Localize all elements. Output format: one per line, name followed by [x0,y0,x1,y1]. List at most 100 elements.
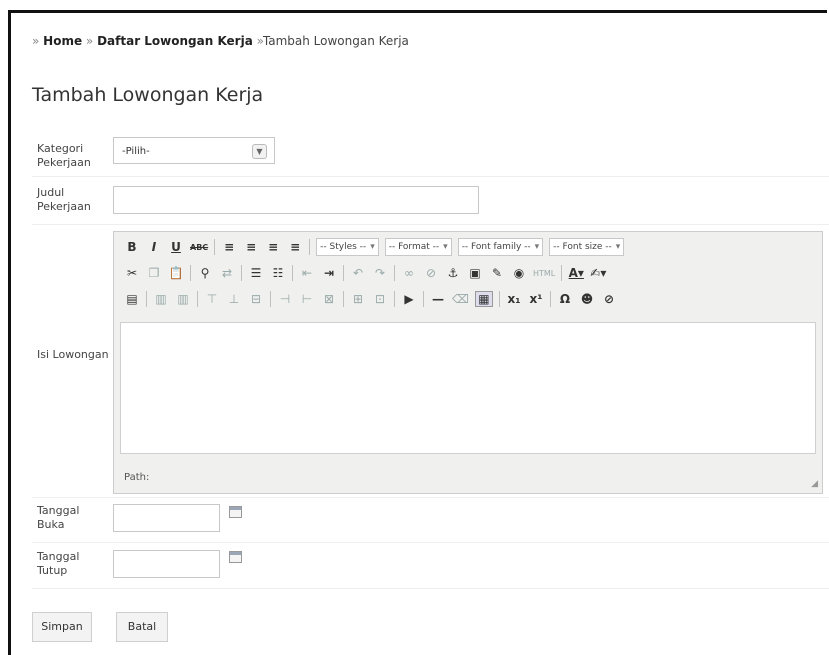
insert-row-before-icon[interactable]: ⊤ [204,292,220,306]
kategori-selected-value: -Pilih- [122,146,150,157]
copy-icon[interactable]: ❐ [146,266,162,280]
chevron-down-icon: ▾ [443,242,448,252]
undo-icon[interactable]: ↶ [350,266,366,280]
cut-icon[interactable]: ✂ [124,266,140,280]
tanggal-tutup-label: Tanggal Tutup [37,550,80,577]
row-divider [32,542,829,543]
delete-row-icon[interactable]: ⊟ [248,292,264,306]
toolbar-separator [549,291,551,307]
rich-text-editor: B I U ABC ≡ ≡ ≡ ≡ -- Styles -- ▾ -- Forma… [113,231,823,494]
subscript-icon[interactable]: x₁ [506,292,522,306]
toolbar-separator [561,265,563,281]
align-right-icon[interactable]: ≡ [265,240,281,254]
kategori-label: Kategori Pekerjaan [37,142,91,169]
insert-col-before-icon[interactable]: ⊣ [277,292,293,306]
tanggal-tutup-input[interactable] [113,550,220,578]
emoticon-icon[interactable]: ☻ [579,292,595,306]
align-left-icon[interactable]: ≡ [221,240,237,254]
calendar-icon[interactable] [229,506,242,518]
paste-icon[interactable]: 📋 [168,266,184,280]
toolbar-separator [394,265,395,281]
font-family-dropdown[interactable]: -- Font family -- ▾ [457,238,544,256]
calendar-icon[interactable] [229,551,242,563]
toolbar-separator [146,291,147,307]
strikethrough-button[interactable]: ABC [190,243,208,252]
toolbar-separator [309,239,311,255]
breadcrumb-separator: » [252,34,263,48]
delete-col-icon[interactable]: ⊠ [321,292,337,306]
breadcrumb-separator: » [82,34,98,48]
page-title: Tambah Lowongan Kerja [32,84,264,106]
insert-col-after-icon[interactable]: ⊢ [299,292,315,306]
editor-toolbar-row-3: ▤ ▥ ▥ ⊤ ⊥ ⊟ ⊣ ⊢ ⊠ ⊞ ⊡ ▶ — ⌫ ▦ x₁ x¹ Ω ☻ … [124,288,617,310]
merge-cells-icon[interactable]: ⊡ [372,292,388,306]
font-size-dropdown[interactable]: -- Font size -- ▾ [549,238,625,256]
bullet-list-icon[interactable]: ☰ [248,266,264,280]
superscript-icon[interactable]: x¹ [528,292,544,306]
table-col-icon[interactable]: ▥ [175,292,191,306]
special-char-icon[interactable]: Ω [557,292,573,306]
toolbar-separator [292,265,293,281]
tanggal-buka-input[interactable] [113,504,220,532]
align-center-icon[interactable]: ≡ [243,240,259,254]
anchor-icon[interactable]: ⚓ [445,266,461,280]
toolbar-separator [423,291,424,307]
kategori-select[interactable]: -Pilih- ▼ [113,137,275,164]
judul-label: Judul Pekerjaan [37,186,91,213]
youtube-icon[interactable]: ▶ [401,292,417,306]
format-dropdown-label: -- Format -- [388,242,440,252]
help-icon[interactable]: ◉ [511,266,527,280]
judul-input[interactable] [113,186,479,214]
chevron-down-icon: ▼ [252,144,267,159]
html-source-icon[interactable]: HTML [533,269,555,278]
styles-dropdown[interactable]: -- Styles -- ▾ [316,238,379,256]
font-family-dropdown-label: -- Font family -- [461,242,531,252]
image-icon[interactable]: ▣ [467,266,483,280]
chevron-down-icon: ▾ [370,242,375,252]
toolbar-separator [241,265,242,281]
chevron-down-icon: ▾ [534,242,540,252]
bold-button[interactable]: B [124,240,140,254]
media-icon[interactable]: ⊘ [601,292,617,306]
numbered-list-icon[interactable]: ☷ [270,266,286,280]
insert-row-after-icon[interactable]: ⊥ [226,292,242,306]
replace-icon[interactable]: ⇄ [219,266,235,280]
unlink-icon[interactable]: ⊘ [423,266,439,280]
background-color-icon[interactable]: ✍▾ [590,266,606,280]
cancel-button[interactable]: Batal [116,612,168,642]
row-divider [32,497,829,498]
breadcrumb-current: Tambah Lowongan Kerja [262,34,409,48]
outdent-icon[interactable]: ⇤ [299,266,315,280]
cleanup-icon[interactable]: ✎ [489,266,505,280]
indent-icon[interactable]: ⇥ [321,266,337,280]
table-icon[interactable]: ▦ [474,291,493,307]
redo-icon[interactable]: ↷ [372,266,388,280]
resize-handle-icon[interactable]: ◢ [811,479,818,489]
toolbar-separator [343,265,344,281]
editor-toolbar-row-1: B I U ABC ≡ ≡ ≡ ≡ -- Styles -- ▾ -- Forma… [124,236,625,258]
horizontal-rule-icon[interactable]: — [430,292,446,306]
toolbar-separator [197,291,198,307]
underline-button[interactable]: U [168,240,184,254]
editor-path-label: Path: [124,472,150,483]
breadcrumb: » Home » Daftar Lowongan Kerja »Tambah L… [32,34,409,48]
text-color-icon[interactable]: A▾ [568,266,584,280]
chevron-down-icon: ▾ [615,242,621,252]
italic-button[interactable]: I [146,240,162,254]
save-button[interactable]: Simpan [32,612,92,642]
breadcrumb-list-link[interactable]: Daftar Lowongan Kerja [97,34,253,48]
editor-content-area[interactable] [120,322,816,454]
align-justify-icon[interactable]: ≡ [287,240,303,254]
find-icon[interactable]: ⚲ [197,266,213,280]
format-dropdown[interactable]: -- Format -- ▾ [384,238,452,256]
split-cells-icon[interactable]: ⊞ [350,292,366,306]
link-icon[interactable]: ∞ [401,266,417,280]
toolbar-separator [214,239,216,255]
table-row-icon[interactable]: ▥ [153,292,169,306]
visual-aid-icon[interactable]: ▤ [124,292,140,306]
remove-format-icon[interactable]: ⌫ [452,292,469,306]
toolbar-separator [190,265,191,281]
breadcrumb-home-link[interactable]: Home [43,34,82,48]
isi-label: Isi Lowongan [37,348,109,361]
row-divider [32,588,829,589]
